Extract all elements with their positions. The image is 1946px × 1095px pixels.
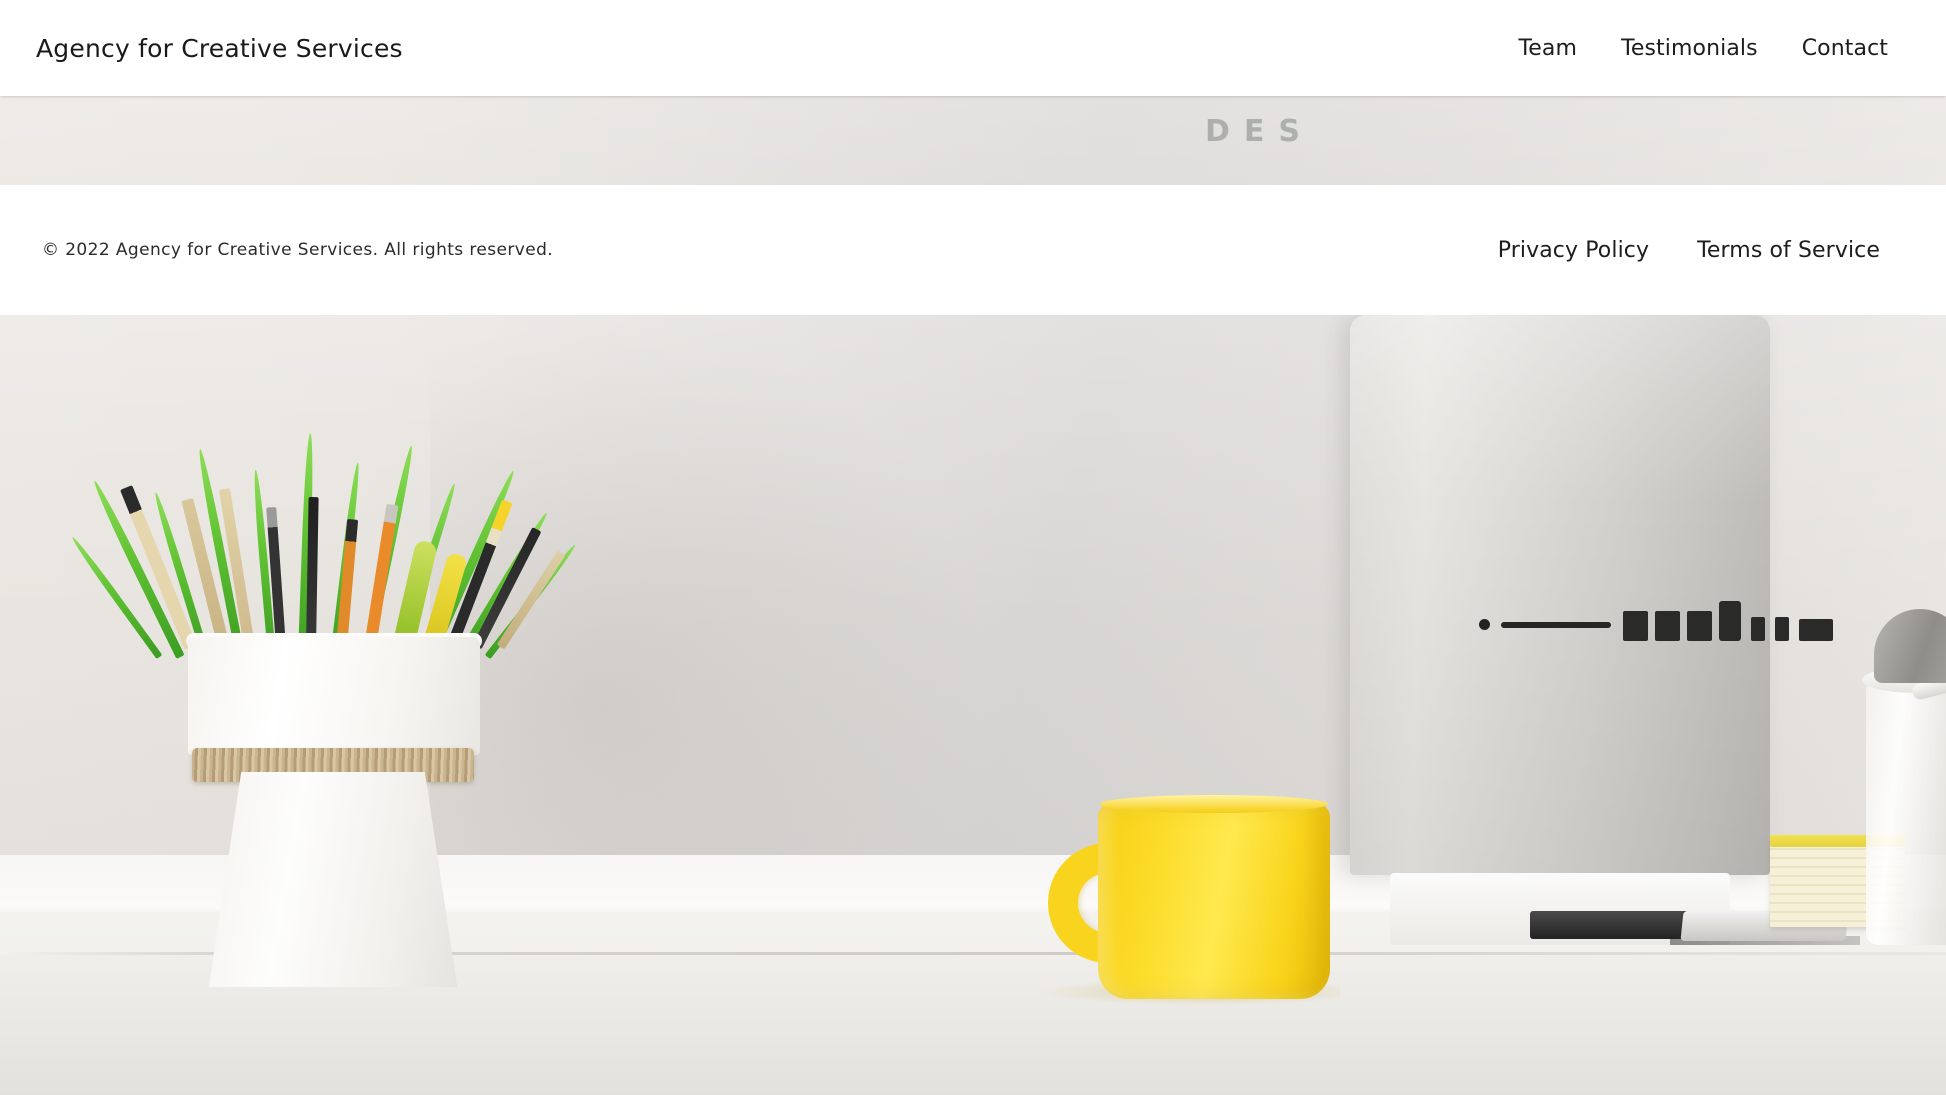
wall-design-text: DES [1205, 114, 1315, 149]
footer-link-privacy-policy[interactable]: Privacy Policy [1474, 238, 1673, 263]
nav-link-team[interactable]: Team [1497, 36, 1600, 61]
primary-navigation: Team Testimonials Contact [1497, 36, 1911, 61]
pot-upper [188, 637, 480, 755]
yellow-coffee-mug [1030, 784, 1340, 1005]
page-root: DES Agency for Creative Services Team Te… [0, 0, 1946, 1095]
usb-port-1 [1623, 611, 1648, 641]
usb-port-3 [1687, 611, 1712, 641]
thunderbolt-port-1 [1751, 617, 1765, 641]
hero-image-strip: DES [0, 96, 1946, 185]
keyboard-dark-body [1530, 911, 1690, 939]
copyright-text: © 2022 Agency for Creative Services. All… [42, 240, 554, 260]
imac-sheen [1350, 315, 1770, 875]
nav-link-testimonials[interactable]: Testimonials [1599, 36, 1780, 61]
orange-pencil [364, 503, 399, 648]
wall-lighting [0, 96, 1946, 185]
footer-navigation: Privacy Policy Terms of Service [1474, 238, 1904, 263]
thunderbolt-port-2 [1775, 617, 1789, 641]
site-footer: © 2022 Agency for Creative Services. All… [0, 185, 1946, 315]
hero-image [0, 315, 1946, 1095]
site-header: Agency for Creative Services Team Testim… [0, 0, 1946, 96]
footer-link-terms-of-service[interactable]: Terms of Service [1673, 238, 1904, 263]
site-logo[interactable]: Agency for Creative Services [36, 34, 403, 63]
pot-lower [208, 772, 458, 987]
pencil [306, 496, 319, 648]
mug-rim [1100, 795, 1328, 813]
pencil-plant-pot [69, 432, 578, 987]
power-connector [1719, 601, 1741, 641]
ethernet-port [1799, 619, 1833, 641]
pencil [496, 550, 566, 650]
usb-port-2 [1655, 611, 1680, 641]
mug-body [1098, 803, 1330, 999]
water-tumbler [1862, 605, 1946, 945]
tumbler-body [1866, 683, 1946, 945]
headphone-port-icon [1479, 619, 1490, 630]
sd-card-slot [1501, 622, 1611, 628]
nav-link-contact[interactable]: Contact [1780, 36, 1910, 61]
tumbler-cap [1874, 609, 1946, 683]
imac-computer [1350, 315, 1833, 945]
imac-port-panel [1475, 601, 1833, 641]
